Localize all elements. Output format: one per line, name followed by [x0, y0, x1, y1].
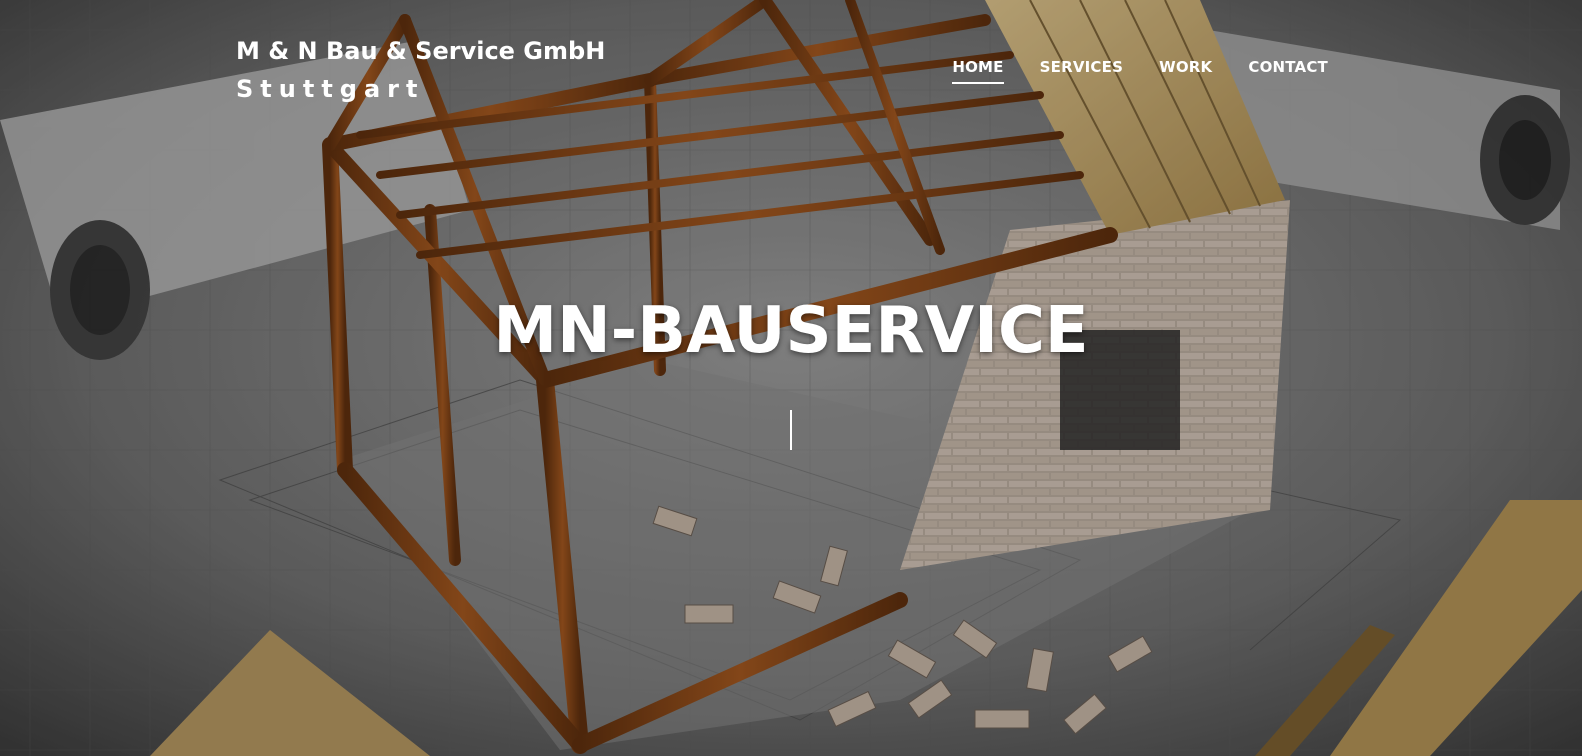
- main-nav: HOME SERVICES WORK CONTACT: [952, 58, 1328, 84]
- nav-item-home[interactable]: HOME: [952, 58, 1004, 84]
- hero-section: [0, 0, 1582, 756]
- nav-item-work[interactable]: WORK: [1159, 58, 1212, 84]
- nav-item-services[interactable]: SERVICES: [1040, 58, 1123, 84]
- brand-city: Stuttgart: [236, 75, 425, 103]
- hero-title: MN-BAUSERVICE: [493, 294, 1089, 368]
- brand-name[interactable]: M & N Bau & Service GmbH: [236, 36, 605, 66]
- site-brand[interactable]: M & N Bau & Service GmbH Stuttgart: [236, 36, 605, 104]
- typing-cursor: [790, 410, 792, 450]
- hero-overlay: [0, 0, 1582, 756]
- nav-item-contact[interactable]: CONTACT: [1248, 58, 1328, 84]
